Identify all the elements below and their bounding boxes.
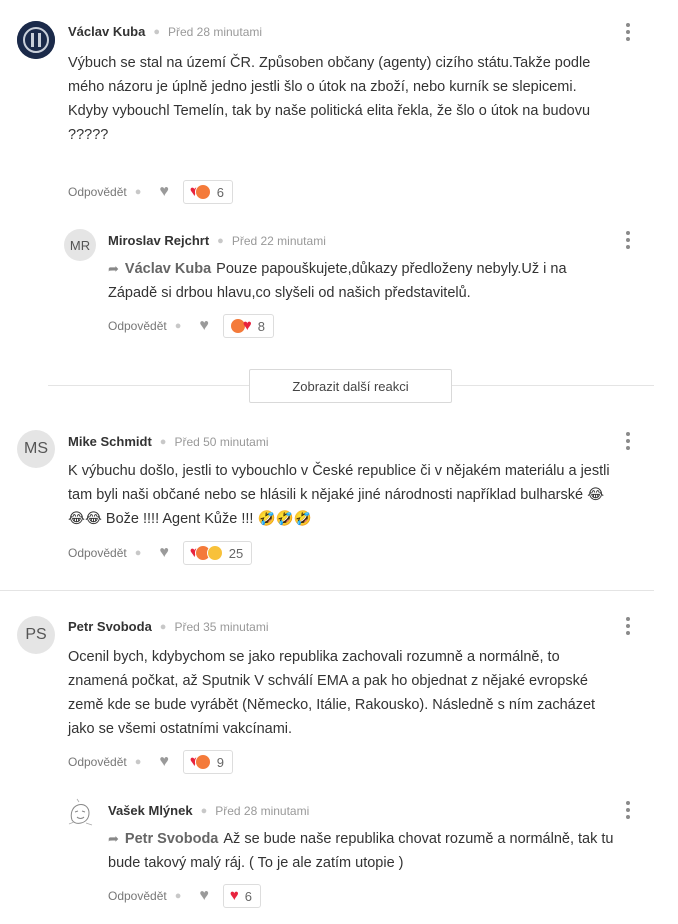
separator-dot: ●: [159, 435, 167, 448]
comment-line: mého názoru je úplně jedno jestli šlo o …: [68, 79, 577, 95]
comment-time: Před 28 minutami: [215, 803, 310, 818]
separator-dot: ●: [200, 804, 208, 817]
reactions-summary[interactable]: ♥ 6: [182, 180, 234, 204]
comment-header: Miroslav Rejchrt ● Před 22 minutami: [108, 233, 326, 248]
author-name[interactable]: Vašek Mlýnek: [108, 803, 193, 818]
reply-mention[interactable]: Petr Svoboda: [125, 831, 218, 847]
separator-dot: ●: [174, 320, 182, 332]
reply-arrow-icon: ➦: [108, 261, 119, 276]
separator-dot: ●: [217, 234, 224, 247]
comment-actions: Odpovědět ● ♥ ♥ 6: [108, 884, 262, 908]
heart-reaction-icon: ♥: [242, 317, 252, 334]
comment-text: Ocenil bych, kdybychom se jako republika…: [68, 645, 648, 741]
avatar: [64, 798, 96, 830]
reaction-count: 25: [228, 545, 244, 561]
avatar-initials: MR: [69, 237, 91, 253]
comment-line: ➦ Petr Svoboda Až se bude naše republika c…: [108, 827, 648, 851]
comment-actions: Odpovědět ● ♥ ♥ 8: [108, 314, 275, 338]
comment-line: 😂😂 Bože !!!! Agent Kůže !!! 🤣🤣🤣: [68, 511, 312, 527]
comment-line: Ocenil bych, kdybychom se jako republika…: [68, 649, 560, 665]
more-options-icon[interactable]: [622, 432, 634, 450]
comment-line-text: Pouze papouškujete,důkazy předloženy neb…: [216, 261, 567, 277]
more-options-icon[interactable]: [622, 801, 634, 819]
comment-actions: Odpovědět ● ♥ ♥ 25: [68, 541, 253, 565]
avatar: MR: [64, 229, 96, 261]
divider: [0, 590, 654, 591]
reply-mention[interactable]: Václav Kuba: [125, 261, 211, 277]
like-heart-icon[interactable]: ♥: [159, 545, 169, 561]
reaction-count: 6: [244, 888, 253, 904]
comment-line: ?????: [68, 127, 109, 143]
laugh-reaction-icon: [206, 545, 223, 561]
comment-text: ➦ Václav Kuba Pouze papouškujete,důkazy př…: [108, 257, 648, 305]
more-options-icon[interactable]: [622, 231, 634, 249]
reply-button[interactable]: Odpovědět: [68, 546, 127, 560]
reply-button[interactable]: Odpovědět: [108, 889, 167, 903]
comment-time: Před 22 minutami: [231, 233, 326, 248]
comment-line-text: Až se bude naše republika chovat rozumě …: [223, 831, 614, 847]
comment-time: Před 35 minutami: [174, 619, 269, 634]
avatar-initials: PS: [25, 626, 47, 643]
like-heart-icon[interactable]: ♥: [159, 184, 169, 200]
comment-text: Výbuch se stal na území ČR. Způsoben obč…: [68, 51, 648, 147]
comment-line: země kde se bude vyrábět (Německo, Itáli…: [68, 697, 596, 713]
comment-line: znamená počkat, až Sputnik V schválí EMA…: [68, 673, 588, 689]
reactions-summary[interactable]: ♥ 9: [182, 750, 234, 774]
reply-button[interactable]: Odpovědět: [68, 755, 127, 769]
comment-text: ➦ Petr Svoboda Až se bude naše republika c…: [108, 827, 648, 875]
comment-text: K výbuchu došlo, jestli to vybouchlo v Č…: [68, 459, 648, 531]
avatar: PS: [17, 616, 55, 654]
avatar-image: [68, 798, 93, 826]
comment-actions: Odpovědět ● ♥ ♥ 6: [68, 180, 234, 204]
comment-header: Václav Kuba ● Před 28 minutami: [68, 24, 262, 39]
comment-line: jako se všemi ostatními vakcínami.: [68, 721, 293, 737]
comment-line: Západě si drbou hlavu,co slyšeli od naši…: [108, 285, 471, 301]
comment-line: bude takový malý ráj. ( To je ale zatím …: [108, 855, 404, 871]
author-name[interactable]: Petr Svoboda: [68, 619, 152, 634]
avatar: [17, 21, 55, 59]
angry-reaction-icon: [194, 754, 211, 770]
comment-line: Výbuch se stal na území ČR. Způsoben obč…: [68, 55, 591, 71]
comment-header: Petr Svoboda ● Před 35 minutami: [68, 619, 269, 634]
reply-arrow-icon: ➦: [108, 831, 119, 846]
reaction-count: 9: [216, 754, 225, 770]
avatar-initials: MS: [24, 440, 48, 457]
like-heart-icon[interactable]: ♥: [199, 888, 209, 904]
show-more-replies-button[interactable]: Zobrazit další reakci: [249, 369, 452, 403]
author-name[interactable]: Mike Schmidt: [68, 434, 152, 449]
comment-line: Kdyby vybouchl Temelín, tak by naše poli…: [68, 103, 591, 119]
separator-dot: ●: [134, 186, 142, 198]
comment-header: Vašek Mlýnek ● Před 28 minutami: [108, 803, 309, 818]
separator-dot: ●: [134, 547, 142, 559]
like-heart-icon[interactable]: ♥: [159, 754, 169, 770]
separator-dot: ●: [174, 890, 182, 902]
reply-button[interactable]: Odpovědět: [68, 185, 127, 199]
separator-dot: ●: [159, 620, 167, 633]
more-options-icon[interactable]: [622, 23, 634, 41]
more-options-icon[interactable]: [622, 617, 634, 635]
comment-actions: Odpovědět ● ♥ ♥ 9: [68, 750, 234, 774]
comment-time: Před 28 minutami: [167, 24, 263, 39]
like-heart-icon[interactable]: ♥: [199, 318, 209, 334]
avatar: MS: [17, 430, 55, 468]
comment-line: K výbuchu došlo, jestli to vybouchlo v Č…: [68, 463, 610, 479]
comment-time: Před 50 minutami: [174, 434, 269, 449]
author-name[interactable]: Miroslav Rejchrt: [108, 233, 209, 248]
separator-dot: ●: [134, 756, 142, 768]
reaction-count: 8: [257, 318, 266, 334]
author-name[interactable]: Václav Kuba: [68, 24, 145, 39]
reactions-summary[interactable]: ♥ 25: [182, 541, 253, 565]
comment-header: Mike Schmidt ● Před 50 minutami: [68, 434, 269, 449]
reaction-count: 6: [216, 184, 225, 200]
comment-line: tam byli naši občané nebo se hlásili k n…: [68, 487, 605, 503]
separator-dot: ●: [153, 25, 160, 38]
reactions-summary[interactable]: ♥ 8: [222, 314, 275, 338]
comment-line: ➦ Václav Kuba Pouze papouškujete,důkazy př…: [108, 257, 648, 281]
reply-button[interactable]: Odpovědět: [108, 319, 167, 333]
angry-reaction-icon: [194, 184, 211, 200]
heart-reaction-icon: ♥: [229, 887, 239, 904]
avatar-image: [17, 21, 55, 59]
reactions-summary[interactable]: ♥ 6: [222, 884, 262, 908]
